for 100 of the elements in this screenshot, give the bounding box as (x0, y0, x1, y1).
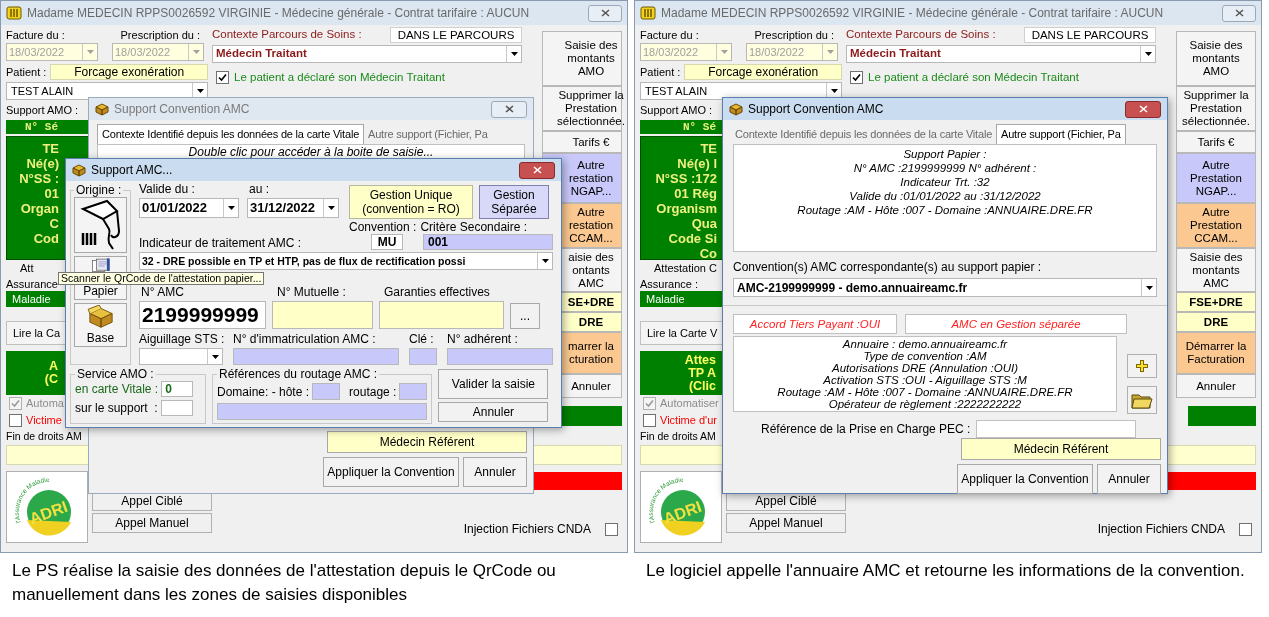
input-field[interactable] (399, 383, 428, 400)
side-button[interactable]: Saisie des montants AMO (1176, 31, 1256, 86)
cancel-button[interactable]: Annuler (438, 402, 549, 422)
side-button[interactable]: Supprimer la Prestation sélectionnée. (542, 86, 622, 131)
close-button[interactable] (491, 100, 527, 118)
label: Origine : (76, 183, 122, 197)
tab[interactable]: Contexte Identifié depuis les données de la carte Vitale (97, 124, 365, 144)
input-field[interactable]: 2199999999 (139, 301, 266, 329)
input-field[interactable] (217, 403, 428, 420)
caret-icon (323, 199, 338, 217)
close-button[interactable] (1125, 100, 1161, 118)
label: N° Mutuelle : (277, 285, 347, 299)
checkbox[interactable] (850, 71, 863, 85)
caret-icon (1140, 46, 1155, 62)
checkbox[interactable] (605, 522, 618, 536)
card-info-text: Né(e) l (676, 156, 717, 171)
call-button[interactable]: Appel Manuel (726, 513, 846, 533)
input-field[interactable]: MU (371, 234, 403, 250)
close-button[interactable] (588, 4, 622, 22)
call-button[interactable]: Appel Manuel (92, 513, 212, 533)
tab[interactable]: Autre support (Fichier, Pa (996, 124, 1126, 144)
forcage-button[interactable]: Forcage exonération (50, 64, 208, 80)
management-button[interactable]: Gestion Unique (convention = RO) (349, 185, 473, 219)
origin-button[interactable] (74, 197, 127, 253)
side-button[interactable]: FSE+DRE (1176, 292, 1256, 312)
convention-details: Annuaire : demo.annuaireamc.fr Type de convention :AM Autorisations DRE (Annulation :OUI) Activation STS :OUI - Aiguillage STS :M Routage :AM - Hôte :007 - Domaine :ANNUAIRE.DRE.FR Opérateur de règlement :2222222222 (733, 336, 1117, 412)
referent-button[interactable]: Médecin Référent (961, 438, 1161, 460)
management-button[interactable]: Gestion Séparée (479, 185, 549, 219)
patient-dropdown[interactable]: TEST ALAIN (640, 82, 842, 100)
input-field[interactable] (160, 400, 193, 416)
card-info-text: Qua (690, 216, 717, 231)
origin-button[interactable]: Base (74, 303, 127, 347)
side-button[interactable]: Démarrer la Facturation (1176, 332, 1256, 374)
convention-dropdown[interactable]: AMC-2199999999 - demo.annuaireamc.fr (733, 278, 1157, 297)
parcours-dropdown[interactable]: Médecin Traitant (846, 45, 1156, 63)
app-icon (6, 6, 22, 20)
parcours-status: DANS LE PARCOURS (1024, 27, 1156, 43)
side-button[interactable]: Annuler (1176, 374, 1256, 398)
card-info-text: 01 Rég (673, 186, 717, 201)
input-field[interactable] (272, 301, 373, 329)
card-info-text: Organ (19, 201, 59, 216)
checkbox[interactable] (216, 71, 229, 85)
input-field[interactable]: 001 (423, 234, 553, 250)
close-icon (1234, 9, 1244, 17)
attestation-text: TP A (687, 366, 716, 380)
checkbox[interactable] (1239, 522, 1252, 536)
label: Critère Secondaire : (420, 221, 528, 234)
attestation-text: (Clic (687, 379, 716, 393)
close-icon (600, 9, 610, 17)
date-dropdown[interactable]: 01/01/2022 (139, 198, 239, 218)
input-field[interactable]: 0 (161, 381, 194, 397)
label: Service AMO : (77, 367, 154, 381)
validate-button[interactable]: Valider la saisie (438, 369, 549, 399)
forcage-button[interactable]: Forcage exonération (684, 64, 842, 80)
label: Contexte Parcours de Soins : (212, 27, 362, 43)
label: Victime d'ur (660, 413, 717, 429)
referent-button[interactable]: Médecin Référent (327, 431, 527, 453)
add-button[interactable] (1127, 354, 1157, 378)
side-button[interactable]: Autre Prestation CCAM... (1176, 203, 1256, 248)
cancel-button[interactable]: Annuler (1097, 464, 1161, 494)
patient-dropdown[interactable]: TEST ALAIN (6, 82, 208, 100)
tab[interactable]: Autre support (Fichier, Pa (364, 124, 492, 144)
card-info-text: Cod (32, 231, 59, 246)
apply-button[interactable]: Appliquer la Convention (957, 464, 1093, 494)
label: Attestation C (654, 262, 717, 274)
indicator-dropdown[interactable]: 32 - DRE possible en TP et HTP, pas de flux de rectification possi (139, 252, 553, 270)
window-title: Madame MEDECIN RPPS0026592 VIRGINIE - Médecine générale - Contrat tarifaire : AUCUN (661, 5, 1164, 22)
label: Patient : (6, 64, 47, 80)
input-field[interactable] (312, 383, 341, 400)
side-button[interactable]: Supprimer la Prestation sélectionnée. (1176, 86, 1256, 131)
close-button[interactable] (519, 161, 555, 179)
apply-button[interactable]: Appliquer la Convention (323, 457, 459, 487)
cancel-button[interactable]: Annuler (463, 457, 527, 487)
label: Convention : (349, 221, 417, 234)
input-field[interactable] (447, 348, 553, 365)
flag-text: Accord Tiers Payant :OUI (733, 314, 897, 334)
checkbox[interactable] (9, 414, 22, 427)
caret-icon (188, 44, 203, 60)
input-field[interactable] (409, 348, 437, 365)
side-button[interactable]: DRE (1176, 312, 1256, 332)
close-icon (504, 105, 514, 113)
parcours-dropdown[interactable]: Médecin Traitant (212, 45, 522, 63)
input-field[interactable] (379, 301, 504, 329)
parcours-status: DANS LE PARCOURS (390, 27, 522, 43)
side-button[interactable]: Autre Prestation NGAP... (1176, 153, 1256, 203)
label: Prescription du : (120, 28, 200, 43)
label: Garanties effectives (384, 285, 490, 299)
side-button[interactable]: Saisie des montants AMC (1176, 248, 1256, 292)
input-field[interactable] (233, 348, 399, 365)
side-button[interactable]: Tarifs € (1176, 131, 1256, 153)
side-button[interactable]: Tarifs € (542, 131, 622, 153)
open-button[interactable] (1127, 386, 1157, 414)
more-button[interactable]: ... (510, 303, 540, 329)
close-button[interactable] (1222, 4, 1256, 22)
date-dropdown[interactable]: 31/12/2022 (247, 198, 339, 218)
checkbox[interactable] (643, 414, 656, 427)
label: Fin de droits AM (6, 430, 82, 442)
pec-input[interactable] (976, 420, 1137, 438)
caption: Le logiciel appelle l'annuaire AMC et retourne les informations de la convention. (645, 560, 1246, 582)
side-button[interactable]: Saisie des montants AMO (542, 31, 622, 86)
